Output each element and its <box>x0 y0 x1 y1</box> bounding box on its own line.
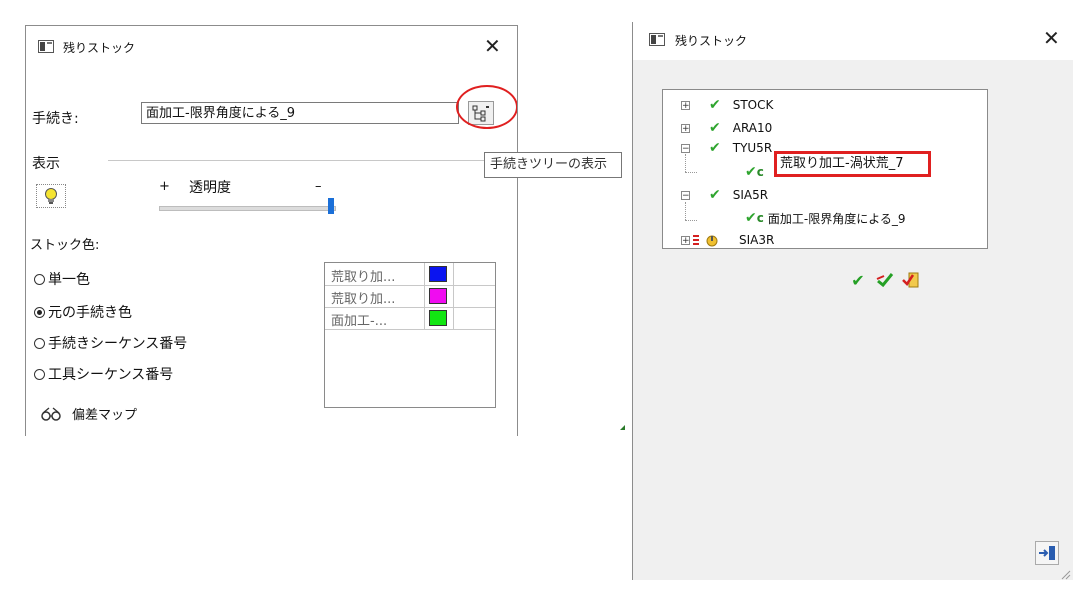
tree-node-tyu5r[interactable]: ✔ TYU5R <box>709 140 772 156</box>
column-divider <box>453 263 454 329</box>
procedure-name: 荒取り加... <box>331 292 396 307</box>
window-icon <box>38 40 54 53</box>
deviation-map-button[interactable]: 偏差マップ <box>40 404 137 423</box>
radio-original-color[interactable]: 元の手続き色 <box>34 302 132 322</box>
lightbulb-icon <box>45 188 57 204</box>
c-mark: c <box>756 211 764 225</box>
radio-label: 単一色 <box>48 272 90 288</box>
highlighted-node-label[interactable]: 荒取り加工-渦状荒_7 <box>774 151 931 177</box>
deviation-map-label: 偏差マップ <box>72 408 138 423</box>
procedure-field[interactable]: 面加工-限界角度による_9 <box>141 102 459 124</box>
radio-button[interactable] <box>34 273 45 285</box>
confirm-button[interactable]: ✔ <box>846 270 870 292</box>
exit-button[interactable] <box>1035 541 1059 565</box>
tree-guide <box>685 202 686 220</box>
tree-node-label: STOCK <box>732 98 774 112</box>
resize-grip-icon[interactable] <box>1061 570 1071 580</box>
check-icon: ✔ <box>709 120 721 136</box>
list-item[interactable]: 荒取り加... <box>325 263 495 286</box>
transparency-slider-thumb[interactable] <box>328 198 334 214</box>
radio-procedure-sequence[interactable]: 手続きシーケンス番号 <box>34 333 187 353</box>
transparency-minus: – <box>315 179 322 194</box>
title-bar: 残りストック ✕ <box>26 26 517 66</box>
tree-guide <box>685 172 697 173</box>
tree-node-label: SIA5R <box>732 188 769 202</box>
radio-button[interactable] <box>34 337 45 349</box>
close-button[interactable]: ✕ <box>484 36 501 56</box>
tree-guide <box>685 220 697 221</box>
transparency-plus: + <box>159 179 170 194</box>
radio-button[interactable] <box>34 368 45 380</box>
radio-label: 工具シーケンス番号 <box>48 367 174 383</box>
status-icons <box>693 235 718 247</box>
visibility-toggle[interactable] <box>36 184 66 208</box>
color-swatch[interactable] <box>429 310 447 326</box>
tree-node-ara10[interactable]: ✔ ARA10 <box>709 120 772 136</box>
tooltip: 手続きツリーの表示 <box>484 152 622 178</box>
title-bar: 残りストック ✕ <box>633 22 1073 60</box>
exit-door-icon <box>1039 546 1055 560</box>
display-label: 表示 <box>32 156 60 172</box>
exit-apply-button[interactable] <box>899 270 923 292</box>
check-icon: ✔ <box>745 164 757 180</box>
expand-toggle[interactable]: + <box>681 236 690 246</box>
display-separator <box>108 160 508 161</box>
window-icon <box>649 33 665 46</box>
door-check-icon <box>902 272 919 288</box>
stock-color-label: ストック色: <box>30 238 100 253</box>
collapse-toggle[interactable]: − <box>681 191 690 201</box>
tree-node-label: TYU5R <box>732 141 773 155</box>
procedure-name: 面加工-... <box>331 314 388 329</box>
expand-toggle[interactable]: + <box>681 101 690 111</box>
procedure-name: 荒取り加... <box>331 270 396 285</box>
tree-node-label: ARA10 <box>732 121 773 135</box>
tree-node-sia5r[interactable]: ✔ SIA5R <box>709 187 768 203</box>
tree-node-sia3r[interactable]: SIA3R <box>693 232 774 248</box>
radio-label: 手続きシーケンス番号 <box>48 336 188 352</box>
list-item[interactable]: 面加工-... <box>325 307 495 330</box>
check-icon: ✔ <box>709 140 721 156</box>
glasses-icon <box>41 407 61 421</box>
highlight-ellipse <box>456 85 517 129</box>
transparency-slider[interactable] <box>159 206 336 211</box>
color-swatch[interactable] <box>429 266 447 282</box>
dialog-title: 残りストック <box>675 34 748 48</box>
marker <box>620 425 625 430</box>
tree-node-child[interactable]: ✔ c <box>745 164 764 180</box>
radio-single-color[interactable]: 単一色 <box>34 269 90 289</box>
check-icon: ✔ <box>709 97 721 113</box>
tree-node-label: 面加工-限界角度による_9 <box>767 211 906 226</box>
collapse-toggle[interactable]: − <box>681 144 690 154</box>
tree-guide <box>685 154 686 172</box>
radio-button[interactable] <box>34 306 45 318</box>
color-swatch[interactable] <box>429 288 447 304</box>
dialog-title: 残りストック <box>63 41 136 55</box>
c-mark: c <box>756 165 764 179</box>
column-divider <box>424 263 425 329</box>
radio-tool-sequence[interactable]: 工具シーケンス番号 <box>34 364 173 384</box>
check-icon: ✔ <box>709 187 721 203</box>
check-icon: ✔ <box>851 271 865 290</box>
check-icon: ✔ <box>745 210 757 226</box>
transparency-label: 透明度 <box>189 180 231 196</box>
tree-node-child[interactable]: ✔ c 面加工-限界角度による_9 <box>745 210 905 226</box>
tree-node-stock[interactable]: ✔ STOCK <box>709 97 773 113</box>
stock-dialog-left: 残りストック ✕ 手続き: 面加工-限界角度による_9 表示 + 透明度 – ス… <box>25 25 518 436</box>
procedure-color-list[interactable]: 荒取り加... 荒取り加... 面加工-... <box>324 262 496 408</box>
stock-dialog-right: 残りストック ✕ + ✔ STOCK + ✔ ARA10 − ✔ TYU5R ✔… <box>632 22 1073 580</box>
tree-node-label: SIA3R <box>739 233 775 247</box>
expand-toggle[interactable]: + <box>681 124 690 134</box>
close-button[interactable]: ✕ <box>1043 28 1060 48</box>
radio-label: 元の手続き色 <box>48 305 132 321</box>
apply-check-icon <box>876 273 894 288</box>
procedure-label: 手続き: <box>32 111 79 127</box>
apply-button[interactable] <box>873 270 897 292</box>
list-item[interactable]: 荒取り加... <box>325 285 495 308</box>
